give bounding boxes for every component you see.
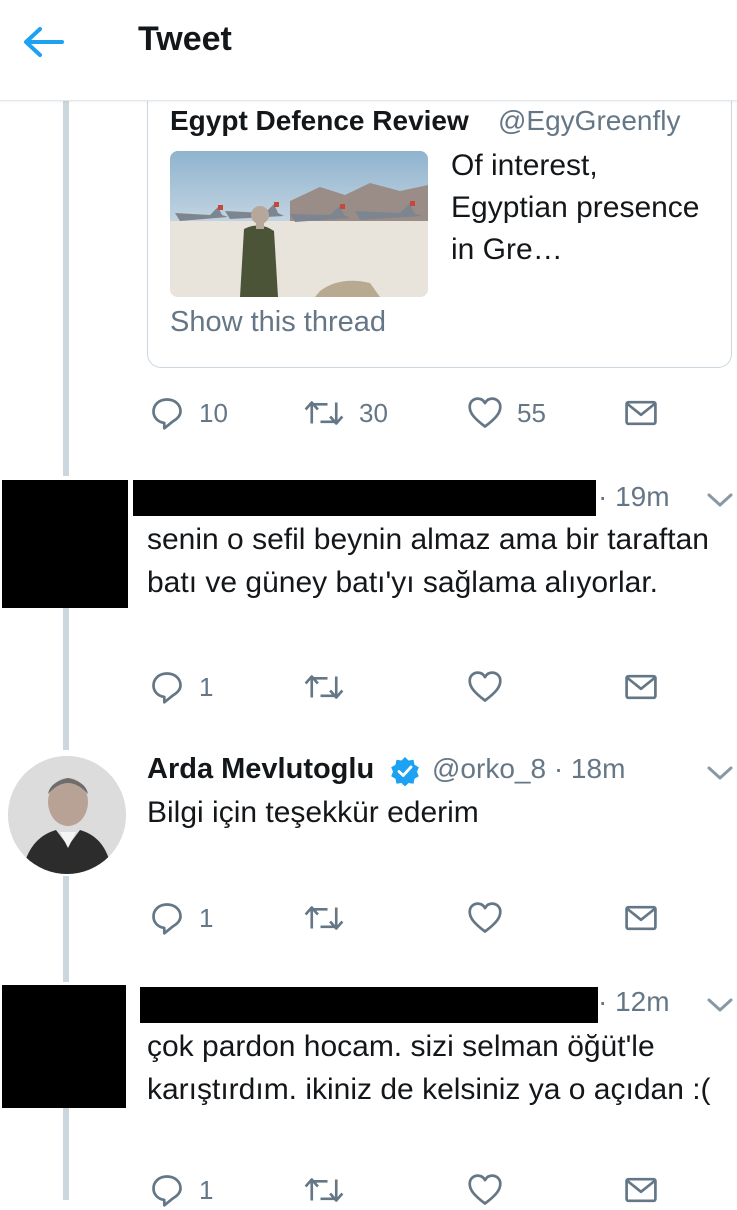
direct-message-button[interactable]: [623, 898, 659, 938]
reply-icon: [149, 395, 185, 431]
like-icon: [467, 669, 503, 705]
reply-button[interactable]: 1: [149, 1170, 213, 1210]
quoted-tweet-image[interactable]: [170, 151, 428, 297]
retweet-count: 30: [359, 397, 388, 428]
show-thread-link[interactable]: Show this thread: [170, 306, 386, 339]
quoted-tweet-card[interactable]: Egypt Defence Review @EgyGreenfly Of int…: [147, 95, 732, 368]
retweet-icon: [303, 395, 345, 431]
reply-count: 1: [199, 902, 214, 933]
chevron-down-icon[interactable]: [706, 763, 734, 783]
like-button[interactable]: [467, 667, 503, 707]
reply-count: 1: [199, 1174, 214, 1205]
thread-line: [63, 1108, 69, 1200]
reply-icon: [149, 669, 185, 705]
thread-line: [63, 100, 69, 476]
like-button[interactable]: [467, 898, 503, 938]
reply-button[interactable]: 10: [149, 393, 228, 433]
jets-photo: [170, 151, 428, 297]
reply-icon: [149, 1172, 185, 1208]
retweet-button[interactable]: [303, 667, 345, 707]
like-icon: [467, 900, 503, 936]
quoted-author-name: Egypt Defence Review: [170, 105, 469, 136]
back-arrow-icon: [24, 27, 64, 57]
direct-message-icon: [623, 1172, 659, 1208]
tweet-text: senin o sefil beynin almaz ama bir taraf…: [147, 523, 709, 599]
avatar[interactable]: [8, 756, 126, 874]
direct-message-icon: [623, 900, 659, 936]
tweet-timestamp: · 12m: [598, 986, 670, 1017]
like-button[interactable]: [467, 1170, 503, 1210]
redacted-username: [133, 480, 596, 516]
direct-message-icon: [623, 395, 659, 431]
author-handle-and-time: @orko_8 · 18m: [432, 753, 625, 785]
reply-button[interactable]: 1: [149, 667, 213, 707]
chevron-down-icon[interactable]: [706, 995, 734, 1015]
redacted-avatar: [2, 480, 128, 608]
tweet-text: çok pardon hocam. sizi selman öğüt'le ka…: [147, 1030, 711, 1106]
tweet-timestamp: · 18m: [553, 753, 626, 784]
direct-message-button[interactable]: [623, 1170, 659, 1210]
tweet-timestamp: · 19m: [598, 481, 670, 512]
thread-line: [63, 876, 69, 982]
like-button[interactable]: 55: [467, 393, 546, 433]
retweet-button[interactable]: [303, 898, 345, 938]
retweet-icon: [303, 669, 345, 705]
direct-message-icon: [623, 669, 659, 705]
thread-line: [63, 608, 69, 750]
reply-count: 1: [199, 671, 214, 702]
header-bar: Tweet: [0, 0, 737, 101]
person-avatar: [8, 756, 126, 874]
like-icon: [467, 1172, 503, 1208]
tweet-actions: 1: [147, 898, 737, 938]
direct-message-button[interactable]: [623, 667, 659, 707]
verified-badge-icon: [391, 757, 419, 786]
reply-button[interactable]: 1: [149, 898, 213, 938]
retweet-icon: [303, 900, 345, 936]
reply-count: 10: [199, 397, 228, 428]
retweet-button[interactable]: [303, 1170, 345, 1210]
retweet-icon: [303, 1172, 345, 1208]
chevron-down-icon[interactable]: [706, 490, 734, 510]
redacted-username: [140, 987, 598, 1023]
quoted-tweet-text: Of interest, Egyptian presence in Gre…: [451, 149, 700, 266]
redacted-avatar: [2, 985, 126, 1108]
retweet-button[interactable]: 30: [303, 393, 388, 433]
tweet-text: Bilgi için teşekkür ederim: [147, 796, 479, 829]
tweet-actions: 1: [147, 667, 737, 707]
direct-message-button[interactable]: [623, 393, 659, 433]
author-handle: @orko_8: [432, 753, 547, 784]
tweet-actions: 10 30 55: [147, 393, 737, 433]
page-title: Tweet: [138, 20, 232, 58]
back-button[interactable]: [18, 22, 68, 62]
author-name[interactable]: Arda Mevlutoglu: [147, 753, 374, 786]
reply-icon: [149, 900, 185, 936]
quoted-author-handle: @EgyGreenfly: [498, 105, 681, 136]
like-count: 55: [517, 397, 546, 428]
tweet-actions: 1: [147, 1170, 737, 1210]
like-icon: [467, 395, 503, 431]
